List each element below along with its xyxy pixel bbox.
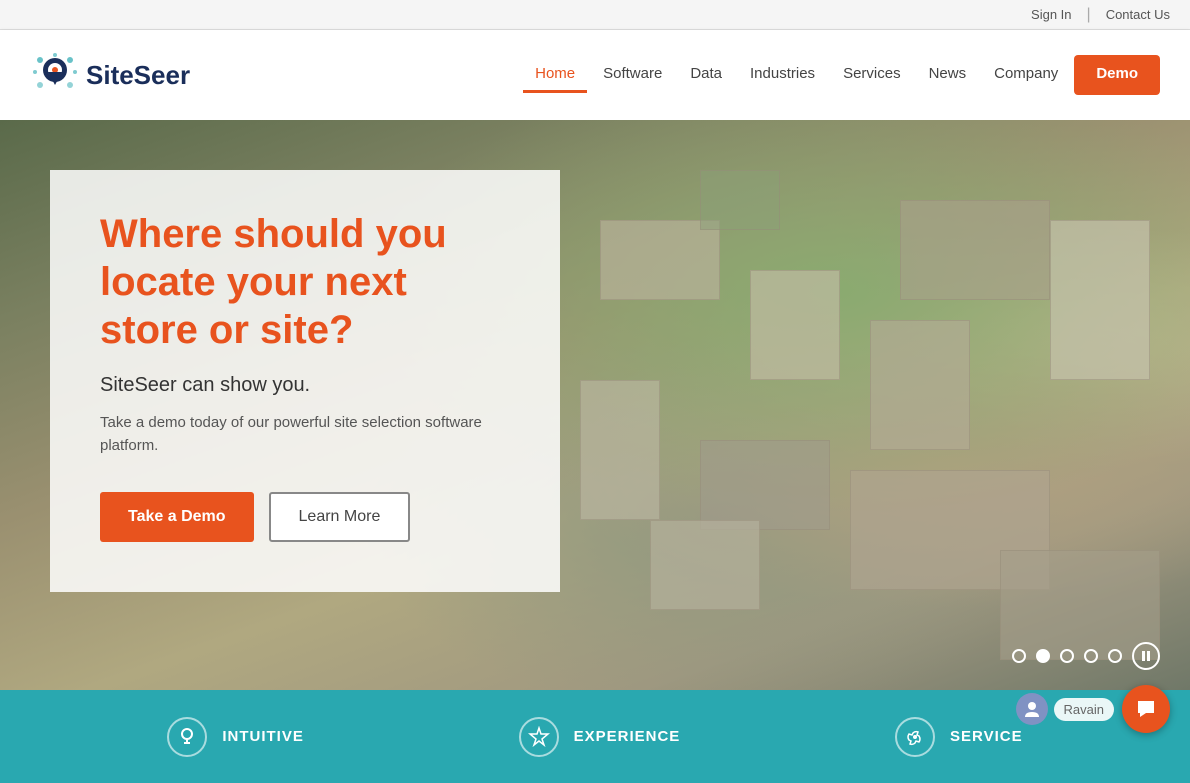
nav-industries[interactable]: Industries — [738, 57, 827, 93]
hero-content-box: Where should you locate your next store … — [50, 170, 560, 592]
building-10 — [1050, 220, 1150, 380]
nav-company[interactable]: Company — [982, 57, 1070, 93]
building-4 — [870, 320, 970, 450]
carousel-dots — [1012, 642, 1160, 670]
building-1 — [600, 220, 720, 300]
nav-home[interactable]: Home — [523, 57, 587, 93]
carousel-pause-button[interactable] — [1132, 642, 1160, 670]
hero-section: Where should you locate your next store … — [0, 120, 1190, 690]
intuitive-icon — [167, 717, 207, 757]
bottom-section: INTUITIVE EXPERIENCE SERVICE — [0, 690, 1190, 783]
carousel-dot-4[interactable] — [1084, 649, 1098, 663]
bottom-item-service: SERVICE — [895, 717, 1023, 757]
carousel-dot-3[interactable] — [1060, 649, 1074, 663]
carousel-dot-5[interactable] — [1108, 649, 1122, 663]
learn-more-button[interactable]: Learn More — [269, 492, 411, 542]
nav-services[interactable]: Services — [831, 57, 913, 93]
logo-icon — [30, 50, 80, 100]
main-nav: Home Software Data Industries Services N… — [523, 55, 1160, 95]
bottom-item-intuitive: INTUITIVE — [167, 717, 304, 757]
building-2 — [750, 270, 840, 380]
chat-icon — [1134, 697, 1158, 721]
logo-text: SiteSeer — [86, 60, 190, 91]
hero-subheadline: SiteSeer can show you. — [100, 374, 510, 397]
take-demo-button[interactable]: Take a Demo — [100, 492, 254, 542]
sign-in-link[interactable]: Sign In — [1031, 7, 1071, 22]
nav-demo[interactable]: Demo — [1074, 55, 1160, 95]
chat-widget: Ravain — [1016, 685, 1170, 733]
nav-software[interactable]: Software — [591, 57, 674, 93]
chat-button[interactable] — [1122, 685, 1170, 733]
building-8 — [650, 520, 760, 610]
divider: | — [1087, 6, 1091, 24]
experience-icon — [519, 717, 559, 757]
logo[interactable]: SiteSeer — [30, 50, 190, 100]
hero-headline: Where should you locate your next store … — [100, 210, 510, 354]
bottom-label-service: SERVICE — [950, 728, 1023, 745]
building-3 — [900, 200, 1050, 300]
building-green — [700, 170, 780, 230]
carousel-dot-2[interactable] — [1036, 649, 1050, 663]
hero-body: Take a demo today of our powerful site s… — [100, 412, 510, 457]
hero-buttons: Take a Demo Learn More — [100, 492, 510, 542]
header: SiteSeer Home Software Data Industries S… — [0, 30, 1190, 120]
building-5 — [700, 440, 830, 530]
nav-data[interactable]: Data — [678, 57, 734, 93]
building-6 — [580, 380, 660, 520]
bottom-item-experience: EXPERIENCE — [519, 717, 681, 757]
carousel-dot-1[interactable] — [1012, 649, 1026, 663]
bottom-label-experience: EXPERIENCE — [574, 728, 681, 745]
nav-news[interactable]: News — [917, 57, 979, 93]
top-bar: Sign In | Contact Us — [0, 0, 1190, 30]
contact-us-link[interactable]: Contact Us — [1106, 7, 1170, 22]
bottom-label-intuitive: INTUITIVE — [222, 728, 304, 745]
chat-avatar-icon — [1016, 693, 1048, 725]
pause-icon — [1141, 650, 1151, 662]
service-icon — [895, 717, 935, 757]
chat-label: Ravain — [1054, 698, 1114, 721]
